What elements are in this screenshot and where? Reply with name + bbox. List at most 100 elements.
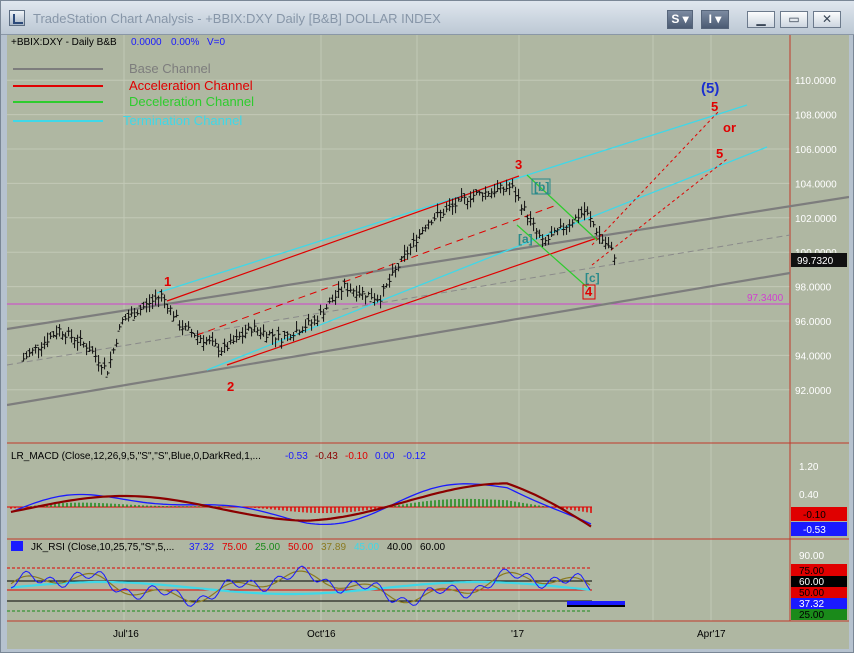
minimize-icon: ▁ xyxy=(756,12,766,26)
price-bar xyxy=(111,347,116,354)
wave-label-or: or xyxy=(723,120,736,135)
rsi-panel: JK_RSI (Close,10,25,75,"S",5,... 37.32 7… xyxy=(7,541,847,621)
price-chart[interactable]: Base Channel Acceleration Channel Decele… xyxy=(7,35,849,649)
price-bar xyxy=(579,206,584,218)
rsi-projection-bar xyxy=(567,601,625,605)
price-tick-label: 108.0000 xyxy=(795,111,837,122)
wave-label-4: 4 xyxy=(585,284,593,299)
acceleration-channel-upper xyxy=(166,175,520,302)
price-bar xyxy=(45,332,50,348)
price-bar xyxy=(33,344,38,354)
symbol-line: +BBIX:DXY - Daily B&B xyxy=(11,37,117,48)
price-bar xyxy=(345,282,350,297)
rsi-badge-50-label: 50.00 xyxy=(799,588,824,599)
rsi-average-line xyxy=(10,580,591,596)
s-menu-button[interactable]: S ▾ xyxy=(667,10,693,29)
price-bar xyxy=(225,342,230,352)
price-bar xyxy=(240,327,245,344)
time-axis: Jul'16 Oct'16 '17 Apr'17 xyxy=(113,629,726,640)
price-tick-label: 110.0000 xyxy=(795,76,836,87)
price-bar xyxy=(453,197,458,214)
time-label-apr17: Apr'17 xyxy=(697,629,726,640)
price-bar xyxy=(108,351,113,368)
wave-label-b: [b] xyxy=(534,180,549,194)
rsi-value-6: 40.00 xyxy=(387,542,412,553)
price-bar xyxy=(555,227,560,236)
price-bar xyxy=(363,293,368,305)
price-bar xyxy=(276,326,281,341)
i-menu-button[interactable]: I ▾ xyxy=(701,10,729,29)
price-bar xyxy=(21,352,26,362)
window-title: TradeStation Chart Analysis - +BBIX:DXY … xyxy=(33,11,441,26)
wave-label-2: 2 xyxy=(227,379,234,394)
price-bar xyxy=(168,305,173,316)
restore-button[interactable]: ▭ xyxy=(780,11,808,28)
price-bar xyxy=(99,364,104,375)
price-bar xyxy=(78,330,83,346)
price-bar xyxy=(105,371,110,378)
price-bar xyxy=(354,285,359,302)
price-bar xyxy=(165,303,170,314)
price-bar xyxy=(261,324,266,337)
price-bar xyxy=(207,335,212,345)
price-bar xyxy=(405,246,410,260)
price-bar xyxy=(210,332,215,346)
rsi-value-3: 50.00 xyxy=(288,542,313,553)
price-bar xyxy=(51,331,56,338)
price-tick-label: 94.0000 xyxy=(795,351,832,362)
price-bar xyxy=(513,186,518,203)
macd-panel: LR_MACD (Close,12,26,9,5,"S","S",Blue,0,… xyxy=(7,451,847,536)
wave-label-5-upper: 5 xyxy=(711,99,718,114)
macd-blue-badge-label: -0.53 xyxy=(803,525,826,536)
close-button[interactable]: ✕ xyxy=(813,11,841,28)
price-bar xyxy=(438,209,443,222)
price-bar xyxy=(294,321,299,333)
price-bar xyxy=(243,324,248,339)
price-tick-label: 96.0000 xyxy=(795,317,832,328)
price-bar xyxy=(81,341,86,348)
price-bar xyxy=(30,347,35,356)
price-bar xyxy=(465,198,470,210)
termination-channel-upper xyxy=(156,104,748,294)
price-bar xyxy=(273,334,278,348)
legend-termination-channel: Termination Channel xyxy=(123,113,242,128)
price-bar xyxy=(129,306,134,317)
wave-label-5-major: (5) xyxy=(701,80,719,97)
price-bar xyxy=(249,327,254,337)
price-bar xyxy=(411,232,416,248)
price-tick-label: 104.0000 xyxy=(795,179,837,190)
price-bar xyxy=(117,324,122,332)
price-bar xyxy=(444,202,449,213)
legend-base-channel: Base Channel xyxy=(129,61,211,76)
price-tick-label: 102.0000 xyxy=(795,214,837,225)
chart-area[interactable]: Base Channel Acceleration Channel Decele… xyxy=(7,35,849,649)
price-bar xyxy=(96,355,101,372)
rsi-value-4: 37.89 xyxy=(321,542,346,553)
price-bar xyxy=(162,294,167,309)
rsi-value-7: 60.00 xyxy=(420,542,445,553)
price-bar xyxy=(258,327,263,340)
price-bar xyxy=(144,298,149,313)
price-bar xyxy=(213,338,218,347)
rsi-badge-25-label: 25.00 xyxy=(799,610,824,621)
price-bar xyxy=(597,225,602,244)
price-bar xyxy=(522,200,527,211)
wave-label-3: 3 xyxy=(515,157,522,172)
rsi-tick-0: 90.00 xyxy=(799,551,824,562)
rsi-badge-75-label: 75.00 xyxy=(799,566,824,577)
price-bar xyxy=(192,333,197,338)
price-bar xyxy=(57,324,62,337)
price-bar xyxy=(603,236,608,250)
price-bar xyxy=(432,213,437,222)
price-bar xyxy=(531,217,536,232)
minimize-button[interactable]: ▁ xyxy=(747,11,775,28)
wave-label-1: 1 xyxy=(164,274,171,289)
macd-value-1: -0.43 xyxy=(315,451,338,462)
legend-acceleration-channel: Acceleration Channel xyxy=(129,78,253,93)
rsi-title: JK_RSI (Close,10,25,75,"S",5,... xyxy=(31,542,174,553)
macd-tick-0: 1.20 xyxy=(799,462,819,473)
price-bar xyxy=(228,333,233,345)
price-bar xyxy=(147,294,152,313)
rsi-badge-37-label: 37.32 xyxy=(799,599,824,610)
price-bar xyxy=(87,341,92,352)
